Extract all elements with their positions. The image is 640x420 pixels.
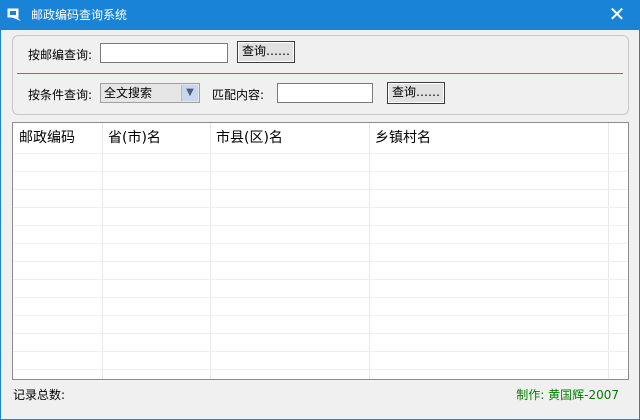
row-divider bbox=[13, 171, 628, 172]
condition-search-button[interactable]: 查询…… bbox=[387, 82, 445, 104]
column-divider bbox=[210, 123, 211, 379]
match-content-input[interactable] bbox=[277, 83, 373, 103]
chevron-down-icon[interactable]: ▼ bbox=[181, 85, 198, 101]
row-divider bbox=[13, 189, 628, 190]
condition-select[interactable]: 全文搜索 ▼ bbox=[100, 83, 200, 103]
row-divider bbox=[13, 225, 628, 226]
row-divider bbox=[13, 207, 628, 208]
column-header-town[interactable]: 乡镇村名 bbox=[369, 123, 608, 153]
zip-search-button[interactable]: 查询…… bbox=[237, 41, 295, 63]
panel-divider bbox=[17, 73, 623, 74]
results-table[interactable]: 邮政编码 省(市)名 市县(区)名 乡镇村名 bbox=[12, 122, 629, 380]
row-divider bbox=[13, 351, 628, 352]
column-divider bbox=[369, 123, 370, 379]
row-divider bbox=[13, 315, 628, 316]
main-window: 邮政编码查询系统 ✕ 按邮编查询: 查询…… 按条件查询: 全文搜索 ▼ 匹配内… bbox=[0, 0, 640, 420]
row-divider bbox=[13, 369, 628, 370]
zip-code-input[interactable] bbox=[100, 43, 228, 63]
condition-select-value: 全文搜索 bbox=[104, 86, 153, 100]
column-divider bbox=[102, 123, 103, 379]
title-bar[interactable]: 邮政编码查询系统 ✕ bbox=[1, 1, 639, 30]
row-divider bbox=[13, 153, 628, 154]
record-count-label: 记录总数: bbox=[13, 388, 66, 402]
window-title: 邮政编码查询系统 bbox=[31, 8, 128, 22]
column-header-zip[interactable]: 邮政编码 bbox=[13, 123, 102, 153]
zip-search-label: 按邮编查询: bbox=[28, 48, 93, 62]
row-divider bbox=[13, 243, 628, 244]
row-divider bbox=[13, 297, 628, 298]
app-icon bbox=[7, 8, 21, 21]
row-divider bbox=[13, 279, 628, 280]
column-header-city[interactable]: 市县(区)名 bbox=[210, 123, 369, 153]
author-credit: 制作: 黄国辉-2007 bbox=[516, 388, 619, 402]
column-header-province[interactable]: 省(市)名 bbox=[102, 123, 210, 153]
column-divider bbox=[608, 123, 609, 379]
match-content-label: 匹配内容: bbox=[212, 88, 265, 102]
row-divider bbox=[13, 333, 628, 334]
close-icon: ✕ bbox=[608, 2, 626, 26]
close-button[interactable]: ✕ bbox=[595, 1, 639, 30]
row-divider bbox=[13, 261, 628, 262]
condition-search-label: 按条件查询: bbox=[28, 88, 93, 102]
